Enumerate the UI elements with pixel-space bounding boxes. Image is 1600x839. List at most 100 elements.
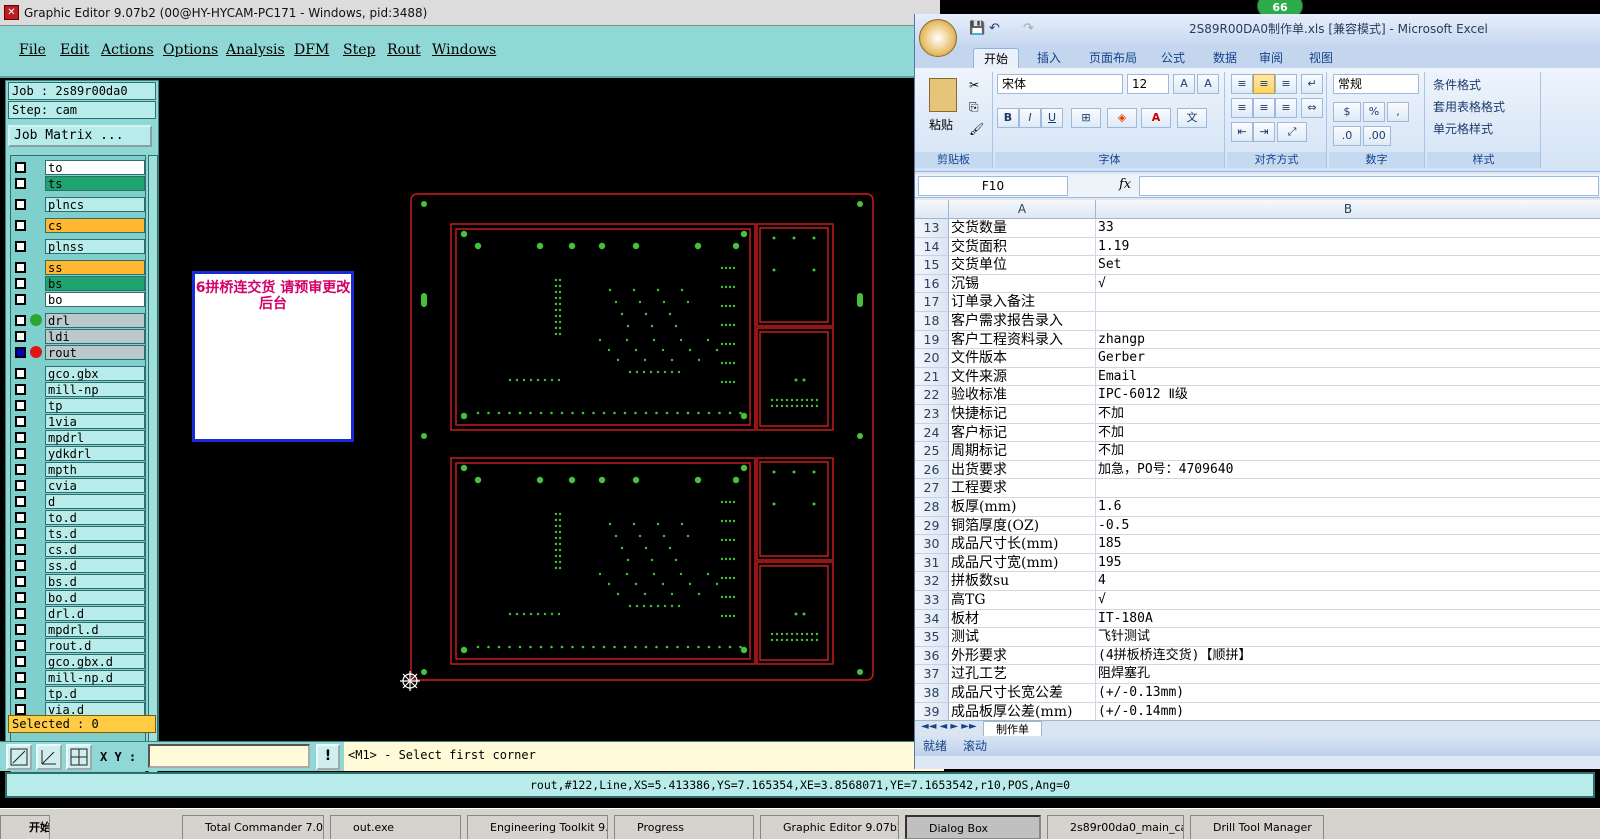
layer-checkbox[interactable] bbox=[15, 262, 26, 273]
row-number[interactable]: 20 bbox=[915, 349, 949, 368]
layer-checkbox[interactable] bbox=[15, 178, 26, 189]
layer-name[interactable]: to bbox=[45, 160, 145, 175]
align-right-icon[interactable]: ≡ bbox=[1275, 98, 1297, 118]
layer-name[interactable]: tp bbox=[45, 398, 145, 413]
row-number[interactable]: 15 bbox=[915, 256, 949, 275]
ribbon-tab-6[interactable]: 视图 bbox=[1299, 48, 1343, 68]
layer-checkbox[interactable] bbox=[15, 528, 26, 539]
cell-b[interactable] bbox=[1096, 479, 1600, 498]
name-box[interactable]: F10 bbox=[918, 176, 1068, 196]
cell-b[interactable]: (+/-0.14mm) bbox=[1096, 703, 1600, 720]
layer-row-bs.d[interactable]: bs.d bbox=[13, 574, 145, 589]
align-left-icon[interactable]: ≡ bbox=[1231, 98, 1253, 118]
cell-b[interactable]: 飞针测试 bbox=[1096, 628, 1600, 647]
layer-checkbox[interactable] bbox=[15, 448, 26, 459]
font-size-select[interactable]: 12 bbox=[1127, 74, 1169, 94]
cell-b[interactable]: 33 bbox=[1096, 219, 1600, 238]
row-number[interactable]: 38 bbox=[915, 684, 949, 703]
qat-redo-icon[interactable]: ↷ bbox=[1023, 14, 1034, 44]
increase-decimal-icon[interactable]: .0 bbox=[1333, 126, 1361, 146]
layer-checkbox[interactable] bbox=[15, 162, 26, 173]
cell-a[interactable]: 快捷标记 bbox=[949, 405, 1096, 424]
layer-row-plnss[interactable]: plnss bbox=[13, 239, 145, 254]
layer-checkbox[interactable] bbox=[15, 576, 26, 587]
copy-icon[interactable]: ⎘ bbox=[969, 100, 979, 115]
cell-a[interactable]: 交货面积 bbox=[949, 237, 1096, 257]
cell-b[interactable]: 195 bbox=[1096, 554, 1600, 573]
cell-styles-button[interactable]: 单元格样式 bbox=[1433, 120, 1493, 137]
layer-name[interactable]: plnss bbox=[45, 239, 145, 254]
cell-b[interactable]: 加急，PO号：4709640 bbox=[1096, 461, 1600, 480]
cell-a[interactable]: 板材 bbox=[949, 609, 1096, 629]
layer-name[interactable]: d bbox=[45, 494, 145, 509]
layer-row-mpth[interactable]: mpth bbox=[13, 462, 145, 477]
cell-b[interactable]: 185 bbox=[1096, 535, 1600, 554]
layer-checkbox[interactable] bbox=[15, 656, 26, 667]
cell-a[interactable]: 过孔工艺 bbox=[949, 665, 1096, 684]
layer-row-cs.d[interactable]: cs.d bbox=[13, 542, 145, 557]
decrease-decimal-icon[interactable]: .00 bbox=[1363, 126, 1391, 146]
cell-a[interactable]: 沉锡 bbox=[949, 274, 1096, 294]
column-header-a[interactable]: A bbox=[949, 200, 1096, 219]
cell-a[interactable]: 交货单位 bbox=[949, 256, 1096, 275]
layer-name[interactable]: ss.d bbox=[45, 558, 145, 573]
cell-b[interactable]: 1.6 bbox=[1096, 498, 1600, 517]
layer-name[interactable]: 1via bbox=[45, 414, 145, 429]
layer-name[interactable]: plncs bbox=[45, 197, 145, 212]
row-number[interactable]: 29 bbox=[915, 516, 949, 536]
row-number[interactable]: 36 bbox=[915, 646, 949, 666]
cell-b[interactable]: (4拼板桥连交货)【顺拼】 bbox=[1096, 647, 1600, 666]
ribbon-tab-3[interactable]: 公式 bbox=[1151, 48, 1195, 68]
merge-icon[interactable]: ⇔ bbox=[1301, 98, 1323, 118]
taskbar-item[interactable]: Engineering Toolkit 9... bbox=[467, 815, 608, 839]
layer-name[interactable]: drl.d bbox=[45, 606, 145, 621]
layer-row-mpdrl[interactable]: mpdrl bbox=[13, 430, 145, 445]
cell-a[interactable]: 高TG bbox=[949, 591, 1096, 610]
italic-icon[interactable]: I bbox=[1019, 108, 1041, 128]
taskbar-item[interactable]: Graphic Editor 9.07b2... bbox=[760, 815, 899, 839]
ribbon-tab-1[interactable]: 插入 bbox=[1027, 48, 1071, 68]
row-number[interactable]: 30 bbox=[915, 535, 949, 554]
layer-checkbox[interactable] bbox=[15, 416, 26, 427]
layer-checkbox[interactable] bbox=[15, 704, 26, 715]
layer-name[interactable]: gco.gbx bbox=[45, 366, 145, 381]
layer-checkbox[interactable] bbox=[15, 400, 26, 411]
layer-checkbox[interactable] bbox=[15, 512, 26, 523]
cell-b[interactable]: -0.5 bbox=[1096, 517, 1600, 536]
menu-windows[interactable]: Windows bbox=[432, 42, 496, 58]
menu-dfm[interactable]: DFM bbox=[294, 42, 329, 58]
menu-rout[interactable]: Rout bbox=[387, 42, 421, 58]
row-number[interactable]: 18 bbox=[915, 312, 949, 331]
layer-name[interactable]: bo.d bbox=[45, 590, 145, 605]
orientation-icon[interactable]: ⤢ bbox=[1277, 122, 1307, 142]
taskbar-item[interactable]: Progress bbox=[614, 815, 754, 839]
menu-actions[interactable]: Actions bbox=[101, 42, 154, 58]
percent-icon[interactable]: % bbox=[1363, 102, 1385, 122]
row-number[interactable]: 14 bbox=[915, 237, 949, 257]
layer-row-ts[interactable]: ts bbox=[13, 176, 145, 191]
row-number[interactable]: 16 bbox=[915, 274, 949, 294]
cell-b[interactable]: (+/-0.13mm) bbox=[1096, 684, 1600, 703]
layer-row-ts.d[interactable]: ts.d bbox=[13, 526, 145, 541]
align-middle-icon[interactable]: ≡ bbox=[1253, 74, 1275, 94]
row-number[interactable]: 32 bbox=[915, 572, 949, 591]
cell-a[interactable]: 客户工程资料录入 bbox=[949, 330, 1096, 350]
cell-b[interactable]: 不加 bbox=[1096, 405, 1600, 424]
layer-name[interactable]: cs bbox=[45, 218, 145, 233]
layer-checkbox[interactable] bbox=[15, 608, 26, 619]
cell-b[interactable]: IPC-6012 Ⅱ级 bbox=[1096, 386, 1600, 405]
ribbon-tab-5[interactable]: 审阅 bbox=[1249, 48, 1293, 68]
layer-name[interactable]: rout.d bbox=[45, 638, 145, 653]
layer-row-tp[interactable]: tp bbox=[13, 398, 145, 413]
row-number[interactable]: 25 bbox=[915, 442, 949, 461]
cell-a[interactable]: 客户需求报告录入 bbox=[949, 312, 1096, 331]
ribbon-tab-4[interactable]: 数据 bbox=[1203, 48, 1247, 68]
layer-checkbox[interactable] bbox=[15, 672, 26, 683]
layer-checkbox[interactable] bbox=[15, 624, 26, 635]
format-painter-icon[interactable]: 🖌 bbox=[969, 122, 984, 136]
qat-save-icon[interactable]: 💾 bbox=[969, 14, 985, 44]
row-number[interactable]: 39 bbox=[915, 702, 949, 720]
layer-name[interactable]: ss bbox=[45, 260, 145, 275]
font-color-icon[interactable]: A bbox=[1141, 108, 1171, 128]
cell-a[interactable]: 交货数量 bbox=[949, 219, 1096, 238]
